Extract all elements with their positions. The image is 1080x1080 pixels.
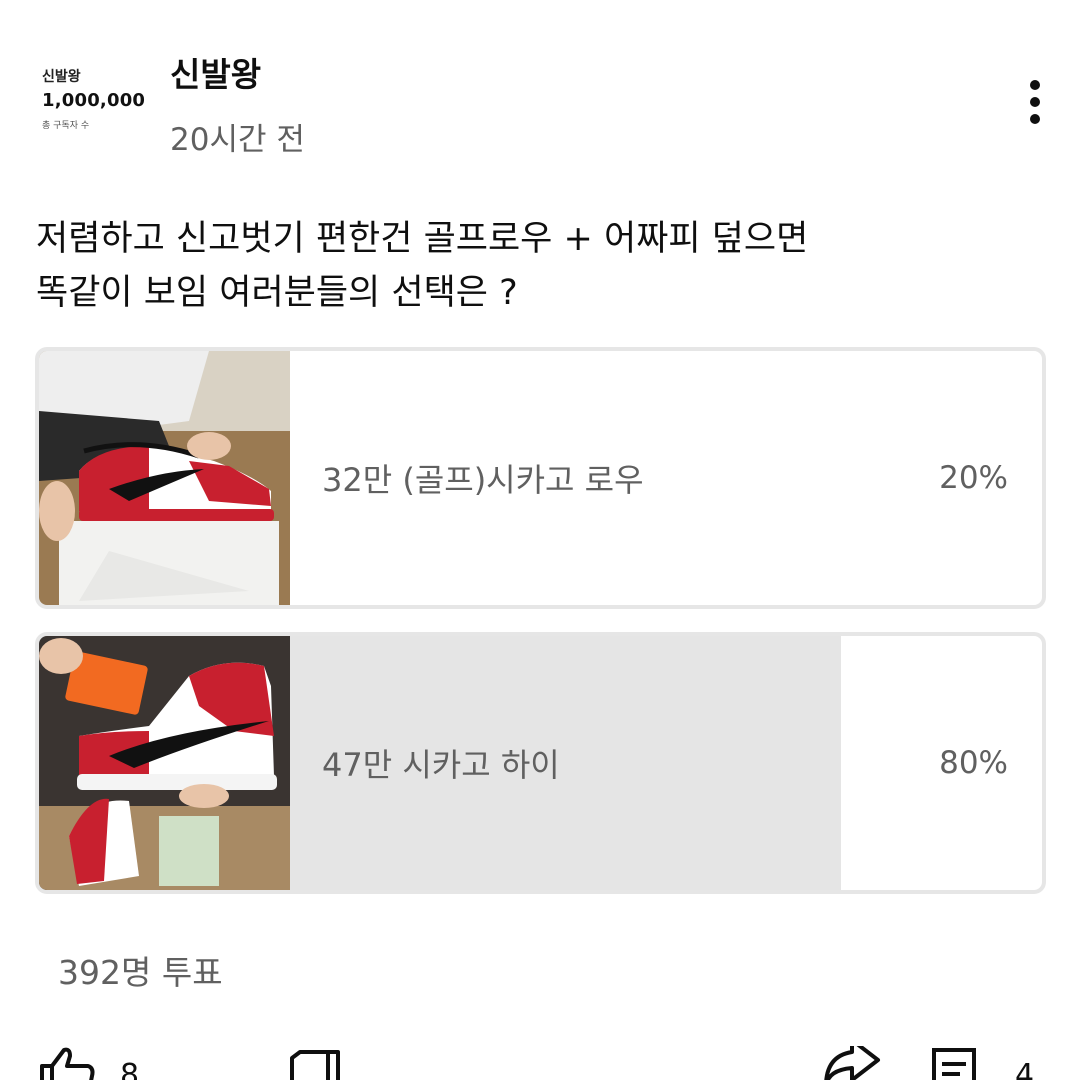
sneaker-photo: [39, 351, 290, 605]
post-header: 신발왕 1,000,000 총 구독자 수 신발왕 20시간 전: [0, 0, 1080, 180]
poll-option-percent: 20%: [939, 460, 1008, 496]
poll-option-percent: 80%: [939, 745, 1008, 781]
poll-option-label: 47만 시카고 하이: [322, 746, 560, 784]
poll-option-label: 32만 (골프)시카고 로우: [322, 461, 644, 499]
post-text-line: 저렴하고 신고벗기 편한건 골프로우 + 어짜피 덮으면: [36, 219, 809, 259]
poll-vote-count: 392명 투표: [58, 953, 223, 992]
post-text-line: 똑같이 보임 여러분들의 선택은 ?: [36, 273, 518, 313]
sneaker-photo: [39, 636, 290, 890]
share-glyph: [824, 1038, 880, 1080]
action-bar: [0, 1038, 1080, 1080]
like-count: 8: [120, 1058, 140, 1080]
thumbs-up-glyph: [40, 1047, 95, 1080]
avatar-subscriber-caption: 총 구독자 수: [42, 121, 90, 131]
golf-low-sneaker-image: [39, 351, 290, 605]
share-icon[interactable]: [822, 1038, 882, 1080]
poll-option-high[interactable]: 47만 시카고 하이 80%: [35, 632, 1046, 894]
comment-icon[interactable]: [930, 1046, 980, 1080]
high-top-sneaker-image: [39, 636, 290, 890]
comment-count: 4: [1015, 1058, 1035, 1080]
channel-avatar[interactable]: 신발왕 1,000,000 총 구독자 수: [30, 52, 148, 152]
more-options-icon[interactable]: [1010, 74, 1058, 130]
poll-option-golf-low[interactable]: 32만 (골프)시카고 로우 20%: [35, 347, 1046, 609]
thumbs-down-glyph: [290, 1050, 340, 1080]
channel-name[interactable]: 신발왕: [170, 48, 261, 96]
post-timestamp: 20시간 전: [170, 122, 305, 158]
comment-glyph: [932, 1048, 976, 1080]
avatar-channel-name: 신발왕: [42, 69, 81, 85]
thumbs-up-icon[interactable]: [36, 1046, 98, 1080]
avatar-subscriber-count: 1,000,000: [42, 90, 146, 111]
thumbs-down-icon[interactable]: [288, 1046, 348, 1080]
post-text: 저렴하고 신고벗기 편한건 골프로우 + 어짜피 덮으면 똑같이 보임 여러분들…: [36, 212, 1046, 320]
